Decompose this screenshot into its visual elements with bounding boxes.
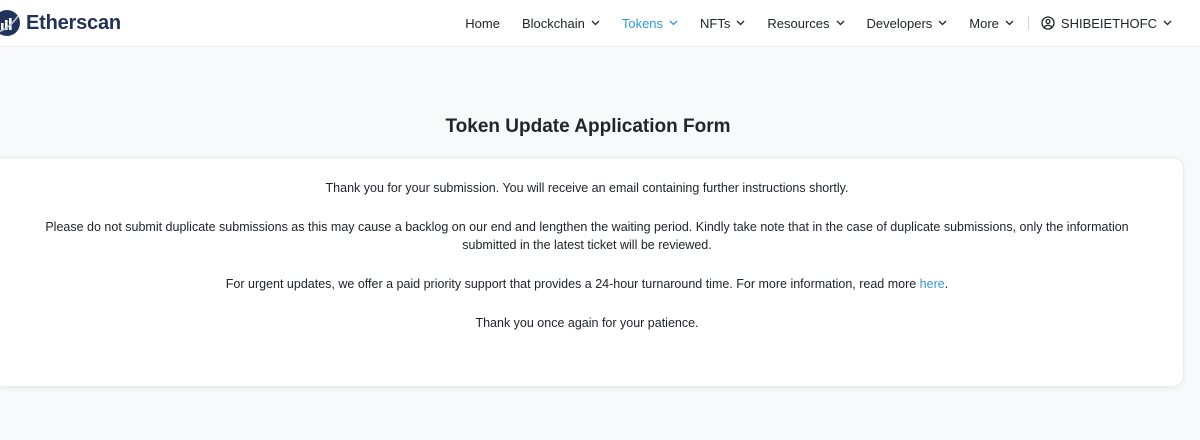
nav-home-label: Home [465,15,500,31]
read-more-link[interactable]: here [920,277,945,291]
top-navbar: Etherscan Home Blockchain Tokens NFTs Re… [0,0,1200,47]
nav-more-label: More [969,15,999,31]
chevron-down-icon [938,20,947,26]
brand-logo[interactable]: Etherscan [0,8,121,38]
priority-support-text: For urgent updates, we offer a paid prio… [225,277,920,291]
priority-support-suffix: . [944,277,949,291]
nav-home[interactable]: Home [465,16,500,31]
confirmation-message: Thank you for your submission. You will … [325,181,849,195]
duplicate-warning-message: Please do not submit duplicate submissio… [45,220,1129,252]
etherscan-logo-icon [0,10,20,36]
chevron-down-icon [736,20,745,26]
nav-more[interactable]: More [969,16,1014,31]
chevron-down-icon [836,20,845,26]
brand-name: Etherscan [26,11,121,34]
user-circle-icon [1041,16,1055,30]
priority-support-message: For urgent updates, we offer a paid prio… [31,275,1143,293]
user-menu[interactable]: SHIBEIETHOFC [1041,16,1172,31]
nav-tokens-label: Tokens [621,15,664,31]
chevron-down-icon [1163,20,1172,26]
nav-nfts[interactable]: NFTs [700,16,745,31]
page: Etherscan Home Blockchain Tokens NFTs Re… [0,0,1200,440]
chevron-down-icon [591,20,600,26]
nav-developers-label: Developers [866,15,933,31]
thank-you-message: Thank you once again for your patience. [475,316,699,330]
nav-developers[interactable]: Developers [867,16,948,31]
submission-confirmation-card: Thank you for your submission. You will … [0,157,1184,387]
nav-nfts-label: NFTs [700,15,731,31]
page-title: Token Update Application Form [445,116,731,137]
nav-divider [1027,16,1029,30]
user-name: SHIBEIETHOFC [1060,15,1157,31]
nav-tokens[interactable]: Tokens [622,16,678,31]
chevron-down-icon [669,20,678,26]
main-nav: Home Blockchain Tokens NFTs Resources De… [465,0,1172,46]
nav-resources-label: Resources [767,15,830,31]
chevron-down-icon [1005,20,1014,26]
nav-blockchain-label: Blockchain [521,15,585,31]
nav-resources[interactable]: Resources [767,16,844,31]
nav-blockchain[interactable]: Blockchain [522,16,600,31]
